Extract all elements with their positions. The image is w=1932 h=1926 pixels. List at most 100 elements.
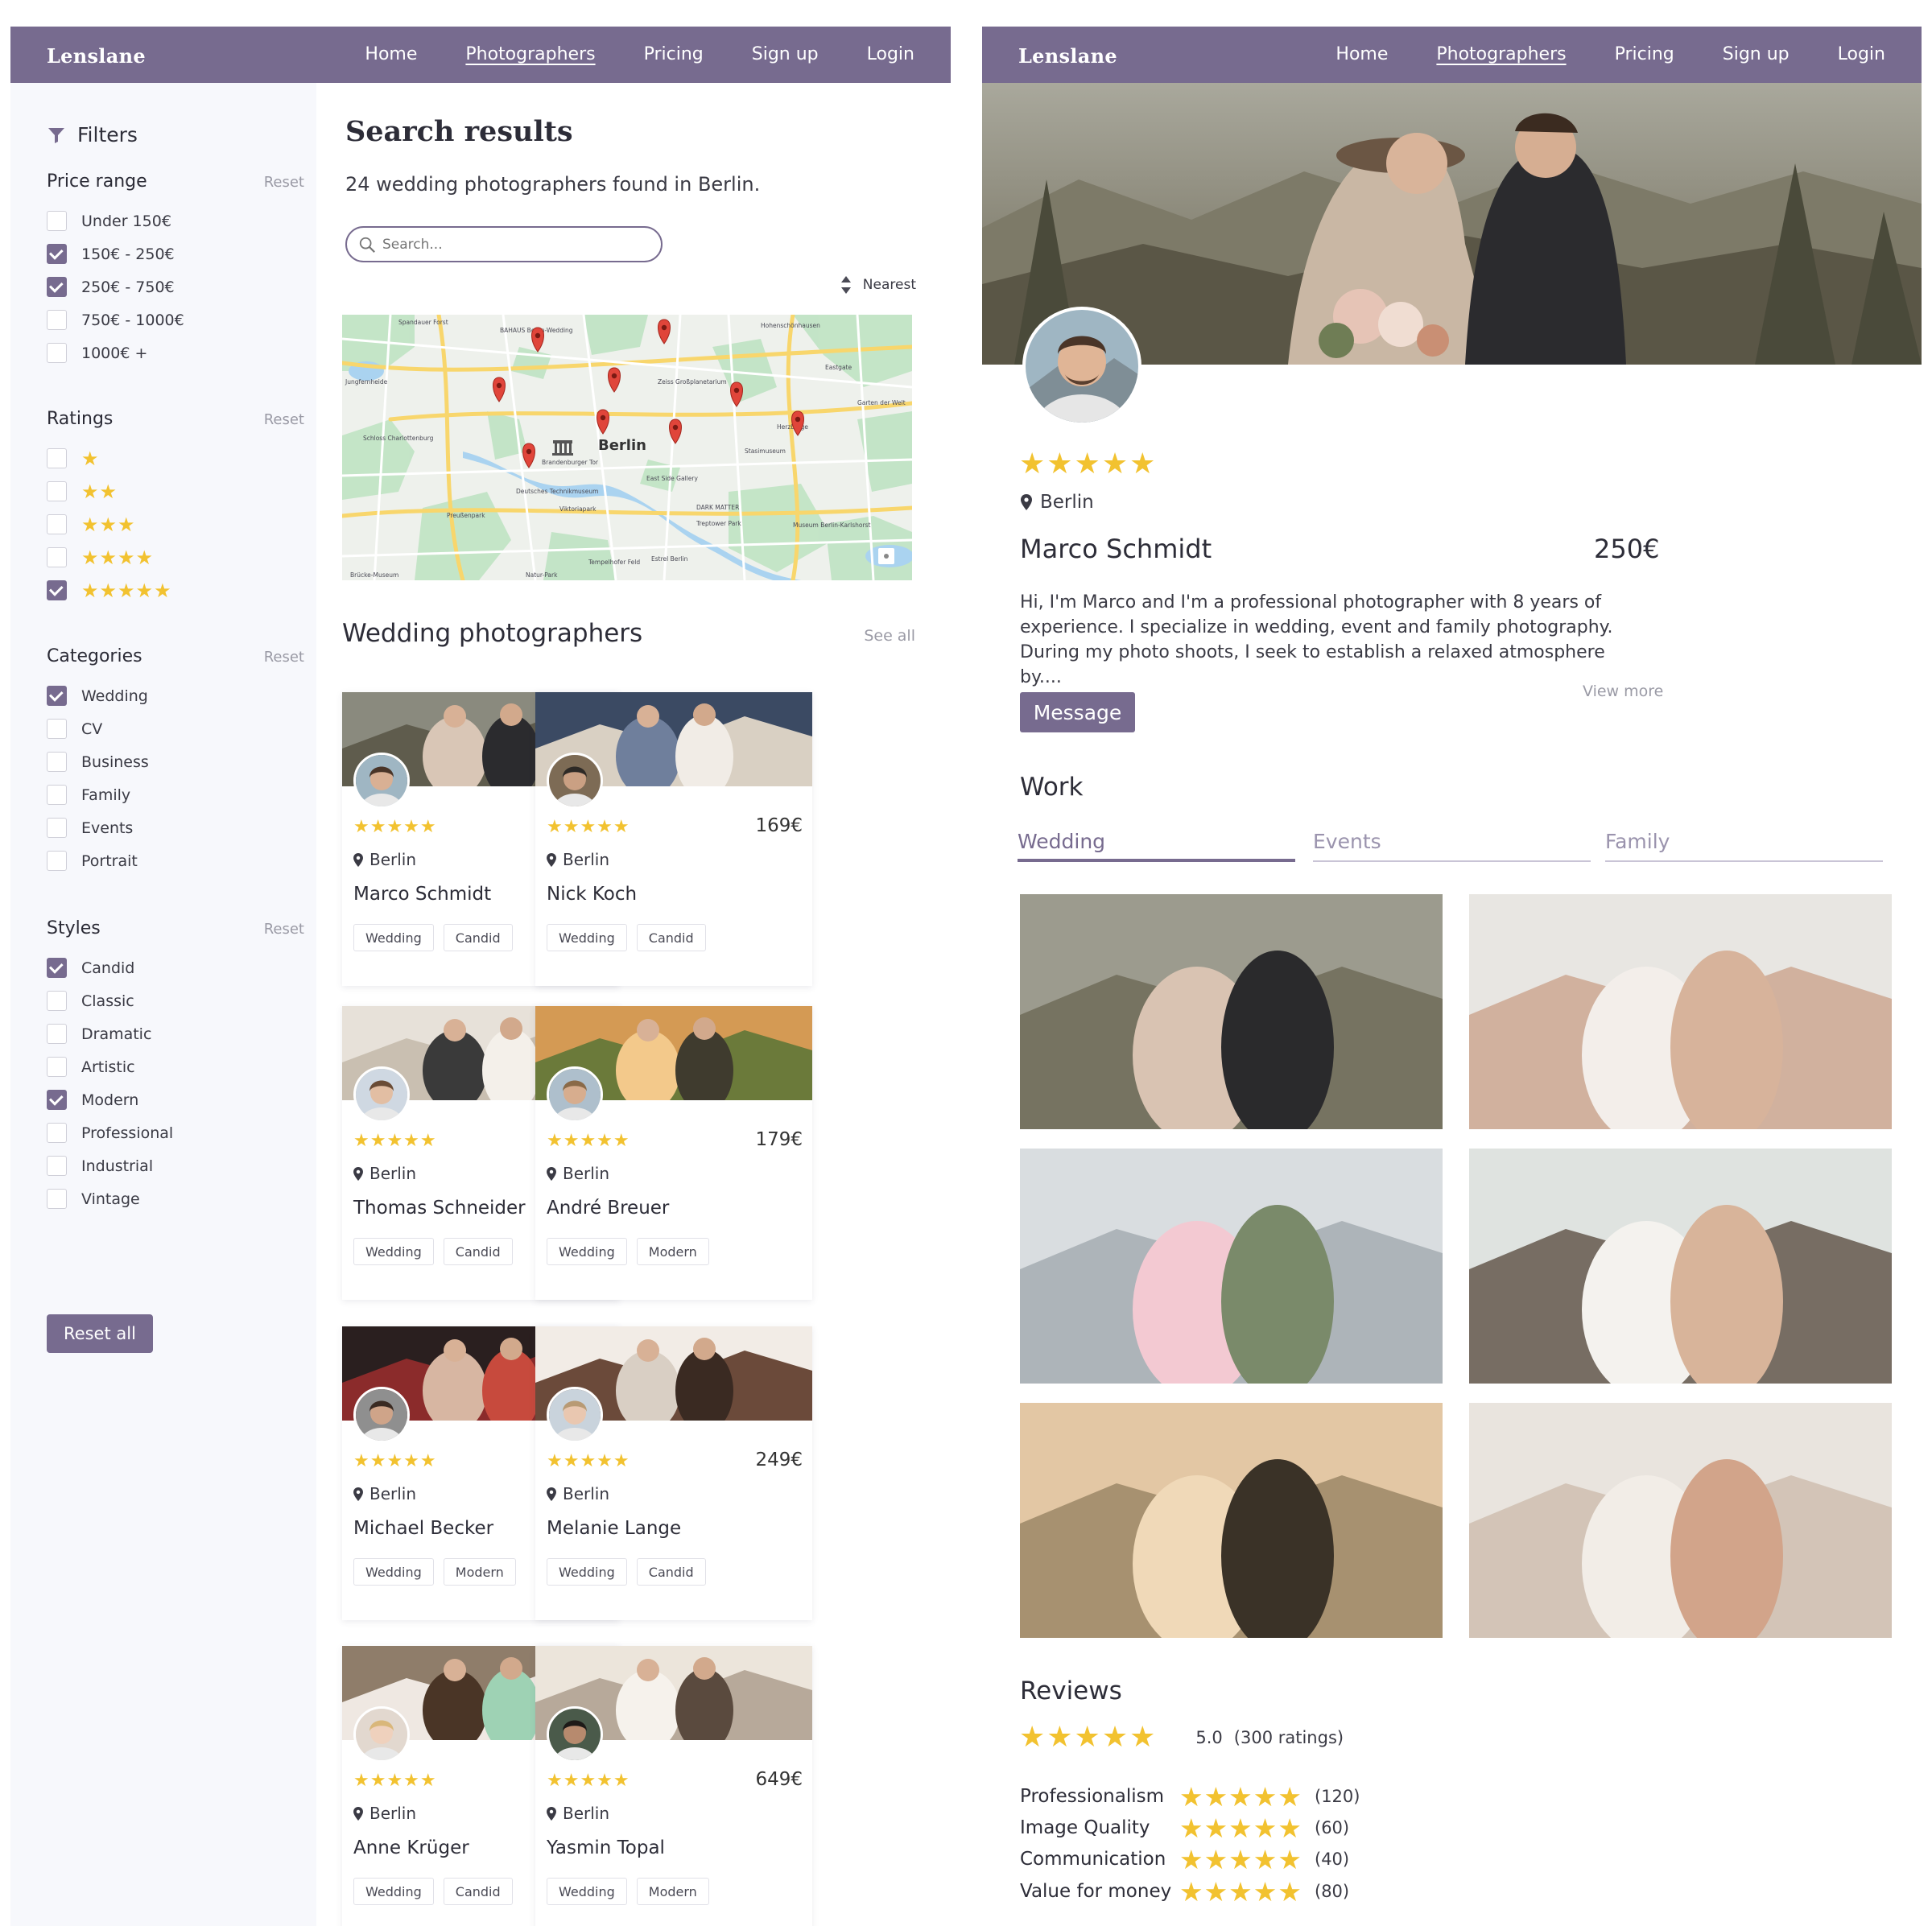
photographer-card[interactable]: ★★★★★ 649€ Berlin Yasmin Topal Wedding Modern xyxy=(535,1646,812,1926)
filter-checkbox[interactable] xyxy=(47,343,67,363)
gallery-photo[interactable] xyxy=(1469,1149,1892,1384)
filter-option[interactable]: 250€ - 750€ xyxy=(47,270,304,303)
tab-wedding[interactable]: Wedding xyxy=(1018,830,1295,862)
nav-pricing[interactable]: Pricing xyxy=(644,44,704,64)
filter-checkbox[interactable] xyxy=(47,277,67,297)
styles-reset-link[interactable]: Reset xyxy=(264,921,304,938)
photographer-card[interactable]: ★★★★★ 169€ Berlin Nick Koch Wedding Candid xyxy=(535,692,812,986)
reset-all-button[interactable]: Reset all xyxy=(47,1314,153,1353)
tab-events[interactable]: Events xyxy=(1313,830,1591,862)
card-name[interactable]: Marco Schmidt xyxy=(353,884,491,905)
brand-logo[interactable]: Lenslane xyxy=(47,44,146,68)
filter-checkbox[interactable] xyxy=(47,1156,67,1176)
style-tag[interactable]: Wedding xyxy=(353,1238,434,1265)
filter-option[interactable]: Candid xyxy=(47,951,304,984)
style-tag[interactable]: Wedding xyxy=(547,1558,627,1586)
style-tag[interactable]: Wedding xyxy=(353,1878,434,1905)
nav-home[interactable]: Home xyxy=(1335,44,1388,64)
style-tag[interactable]: Candid xyxy=(443,1878,513,1905)
categories-reset-link[interactable]: Reset xyxy=(264,649,304,666)
filter-option[interactable]: Portrait xyxy=(47,844,304,877)
filter-checkbox[interactable] xyxy=(47,958,67,978)
filter-checkbox[interactable] xyxy=(47,580,67,600)
filter-checkbox[interactable] xyxy=(47,1090,67,1110)
style-tag[interactable]: Wedding xyxy=(547,1878,627,1905)
filter-checkbox[interactable] xyxy=(47,481,67,501)
filter-checkbox[interactable] xyxy=(47,686,67,706)
filter-option[interactable]: Professional xyxy=(47,1116,304,1149)
nav-home[interactable]: Home xyxy=(365,44,417,64)
style-tag[interactable]: Wedding xyxy=(353,924,434,951)
filter-option[interactable]: CV xyxy=(47,712,304,745)
map-locate-button[interactable] xyxy=(878,548,894,564)
style-tag[interactable]: Candid xyxy=(636,1558,706,1586)
filter-option[interactable]: Modern xyxy=(47,1083,304,1116)
results-map[interactable]: Berlin Spandauer Forst Jungfernheide BAH… xyxy=(342,315,912,580)
card-name[interactable]: Anne Krüger xyxy=(353,1837,469,1858)
nav-pricing[interactable]: Pricing xyxy=(1615,44,1674,64)
filter-option[interactable]: Artistic xyxy=(47,1050,304,1083)
filter-option[interactable]: ★★★★★ xyxy=(47,574,304,607)
card-name[interactable]: Nick Koch xyxy=(547,884,637,905)
gallery-photo[interactable] xyxy=(1020,894,1443,1129)
filter-checkbox[interactable] xyxy=(47,310,67,330)
view-more-link[interactable]: View more xyxy=(1583,683,1663,700)
ratings-reset-link[interactable]: Reset xyxy=(264,411,304,428)
filter-checkbox[interactable] xyxy=(47,991,67,1011)
style-tag[interactable]: Wedding xyxy=(547,1238,627,1265)
style-tag[interactable]: Candid xyxy=(636,924,706,951)
card-name[interactable]: Thomas Schneider xyxy=(353,1198,526,1219)
gallery-photo[interactable] xyxy=(1469,1403,1892,1638)
photographer-card[interactable]: ★★★★★ 179€ Berlin André Breuer Wedding Modern xyxy=(535,1006,812,1300)
filter-option[interactable]: 1000€ + xyxy=(47,336,304,369)
filter-checkbox[interactable] xyxy=(47,818,67,838)
filter-option[interactable]: ★ xyxy=(47,442,304,475)
search-input[interactable] xyxy=(382,236,640,253)
style-tag[interactable]: Modern xyxy=(443,1558,516,1586)
card-name[interactable]: Melanie Lange xyxy=(547,1518,681,1539)
filter-option[interactable]: 150€ - 250€ xyxy=(47,237,304,270)
gallery-photo[interactable] xyxy=(1020,1403,1443,1638)
nav-login[interactable]: Login xyxy=(867,44,914,64)
message-button[interactable]: Message xyxy=(1020,692,1135,732)
gallery-photo[interactable] xyxy=(1020,1149,1443,1384)
filter-checkbox[interactable] xyxy=(47,752,67,772)
style-tag[interactable]: Wedding xyxy=(353,1558,434,1586)
filter-checkbox[interactable] xyxy=(47,1057,67,1077)
filter-option[interactable]: Classic xyxy=(47,984,304,1017)
nav-photographers[interactable]: Photographers xyxy=(1436,44,1566,64)
filter-option[interactable]: ★★★ xyxy=(47,508,304,541)
filter-checkbox[interactable] xyxy=(47,514,67,534)
filter-checkbox[interactable] xyxy=(47,448,67,468)
price-reset-link[interactable]: Reset xyxy=(264,174,304,191)
filter-option[interactable]: Dramatic xyxy=(47,1017,304,1050)
filter-checkbox[interactable] xyxy=(47,547,67,567)
filter-option[interactable]: Industrial xyxy=(47,1149,304,1182)
nav-signup[interactable]: Sign up xyxy=(1723,44,1790,64)
filter-checkbox[interactable] xyxy=(47,851,67,871)
filter-checkbox[interactable] xyxy=(47,211,67,231)
filter-option[interactable]: Family xyxy=(47,778,304,811)
card-name[interactable]: André Breuer xyxy=(547,1198,669,1219)
nav-signup[interactable]: Sign up xyxy=(752,44,819,64)
style-tag[interactable]: Candid xyxy=(443,924,513,951)
filter-checkbox[interactable] xyxy=(47,1024,67,1044)
card-name[interactable]: Michael Becker xyxy=(353,1518,493,1539)
style-tag[interactable]: Wedding xyxy=(547,924,627,951)
gallery-photo[interactable] xyxy=(1469,894,1892,1129)
filter-option[interactable]: Business xyxy=(47,745,304,778)
brand-logo[interactable]: Lenslane xyxy=(1018,44,1117,68)
filter-checkbox[interactable] xyxy=(47,1123,67,1143)
tab-family[interactable]: Family xyxy=(1605,830,1883,862)
filter-checkbox[interactable] xyxy=(47,785,67,805)
filter-option[interactable]: Events xyxy=(47,811,304,844)
filter-checkbox[interactable] xyxy=(47,719,67,739)
filter-checkbox[interactable] xyxy=(47,1189,67,1209)
sort-control[interactable]: Nearest xyxy=(840,276,916,294)
filter-option[interactable]: Vintage xyxy=(47,1182,304,1215)
style-tag[interactable]: Modern xyxy=(636,1878,709,1905)
filter-checkbox[interactable] xyxy=(47,244,67,264)
photographer-card[interactable]: ★★★★★ 249€ Berlin Melanie Lange Wedding Candi… xyxy=(535,1326,812,1620)
see-all-link[interactable]: See all xyxy=(864,627,915,645)
filter-option[interactable]: ★★ xyxy=(47,475,304,508)
